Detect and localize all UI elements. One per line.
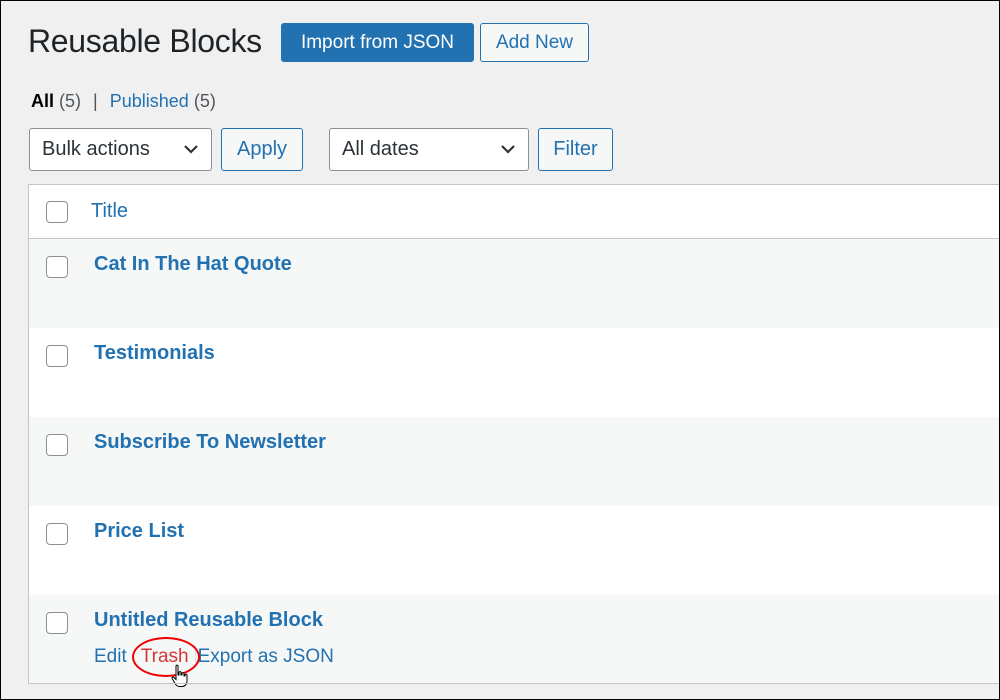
page-title: Reusable Blocks — [28, 23, 262, 59]
trash-link[interactable]: Trash — [131, 637, 200, 687]
row-checkbox[interactable] — [46, 345, 68, 367]
row-title-link[interactable]: Price List — [94, 520, 184, 543]
title-column-header[interactable]: Title — [91, 200, 128, 223]
row-title-link[interactable]: Cat In The Hat Quote — [94, 253, 292, 276]
view-separator: | — [93, 91, 98, 111]
table-header: Title — [29, 185, 999, 239]
blocks-table: Title Cat In The Hat Quote Testimonials … — [28, 184, 999, 687]
view-filters: All (5) | Published (5) — [31, 91, 216, 112]
row-checkbox[interactable] — [46, 434, 68, 456]
row-divider — [29, 683, 999, 684]
bulk-actions-select[interactable]: Bulk actions — [29, 128, 212, 171]
row-actions: Edit Trash Export as JSON — [94, 637, 334, 687]
apply-button[interactable]: Apply — [221, 128, 303, 171]
filter-button[interactable]: Filter — [538, 128, 613, 171]
row-checkbox[interactable] — [46, 612, 68, 634]
dates-select[interactable]: All dates — [329, 128, 529, 171]
dates-value: All dates — [342, 138, 419, 160]
chevron-down-icon — [501, 145, 515, 154]
row-checkbox[interactable] — [46, 256, 68, 278]
row-title-link[interactable]: Untitled Reusable Block — [94, 609, 323, 632]
add-new-button[interactable]: Add New — [480, 23, 589, 62]
row-title-link[interactable]: Subscribe To Newsletter — [94, 431, 326, 454]
chevron-down-icon — [184, 145, 198, 154]
import-from-json-button[interactable]: Import from JSON — [281, 23, 474, 62]
view-all-count: (5) — [59, 91, 82, 111]
row-title-link[interactable]: Testimonials — [94, 342, 215, 365]
edit-link[interactable]: Edit — [94, 646, 127, 668]
table-row: Untitled Reusable Block Edit Trash Expor… — [29, 595, 999, 687]
table-row: Price List — [29, 506, 999, 595]
view-all-link[interactable]: All — [31, 91, 54, 111]
bulk-actions-value: Bulk actions — [42, 138, 150, 160]
window: Reusable Blocks Import from JSON Add New… — [0, 0, 1000, 700]
highlight-oval — [131, 637, 200, 677]
select-all-checkbox[interactable] — [46, 201, 68, 223]
hand-cursor-icon — [171, 664, 188, 687]
export-as-json-link[interactable]: Export as JSON — [198, 646, 334, 668]
row-checkbox[interactable] — [46, 523, 68, 545]
table-row: Cat In The Hat Quote — [29, 239, 999, 328]
table-row: Testimonials — [29, 328, 999, 417]
table-row: Subscribe To Newsletter — [29, 417, 999, 506]
view-published-link[interactable]: Published — [110, 91, 189, 111]
view-published-count: (5) — [193, 91, 216, 111]
